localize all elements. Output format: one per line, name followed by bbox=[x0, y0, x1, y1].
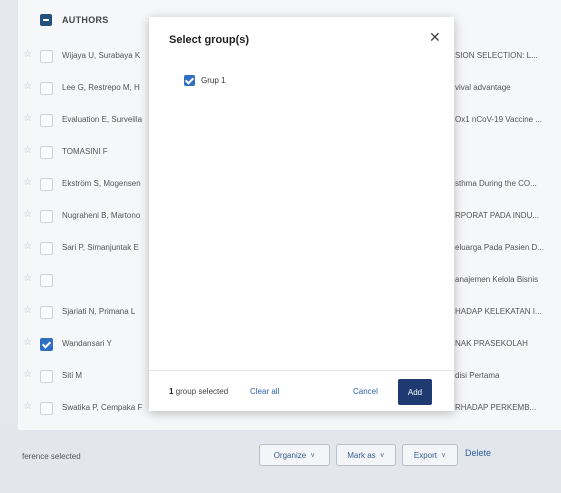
row-title[interactable]: anajemen Kelola Bisnis bbox=[455, 275, 557, 284]
delete-button[interactable]: Delete bbox=[465, 448, 491, 458]
groups-selected-count: 1 group selected bbox=[169, 387, 228, 396]
add-button[interactable]: Add bbox=[398, 379, 432, 405]
star-icon[interactable]: ☆ bbox=[23, 49, 32, 60]
row-title[interactable]: RHADAP PERKEMB... bbox=[455, 403, 557, 412]
row-title[interactable]: NAK PRASEKOLAH bbox=[455, 339, 557, 348]
row-checkbox[interactable] bbox=[40, 82, 53, 95]
row-checkbox[interactable] bbox=[40, 306, 53, 319]
page-background: AUTHORS ☆ Wijaya U, Surabaya K SION SELECT… bbox=[0, 0, 561, 493]
row-checkbox[interactable] bbox=[40, 114, 53, 127]
star-icon[interactable]: ☆ bbox=[23, 369, 32, 380]
export-label: Export bbox=[413, 450, 437, 460]
groups-selected-suffix: group selected bbox=[173, 387, 229, 396]
row-checkbox[interactable] bbox=[40, 274, 53, 287]
star-icon[interactable]: ☆ bbox=[23, 113, 32, 124]
organize-label: Organize bbox=[273, 450, 307, 460]
chevron-down-icon: ∨ bbox=[379, 452, 385, 459]
row-title[interactable]: sthma During the CO... bbox=[455, 179, 557, 188]
group-checkbox[interactable] bbox=[184, 75, 195, 86]
star-icon[interactable]: ☆ bbox=[23, 401, 32, 412]
clear-all-link[interactable]: Clear all bbox=[250, 387, 279, 396]
chevron-down-icon: ∨ bbox=[310, 452, 316, 459]
authors-column-header[interactable]: AUTHORS bbox=[62, 15, 109, 25]
row-title[interactable]: disi Pertama bbox=[455, 371, 557, 380]
group-option-grup-1[interactable]: Grup 1 bbox=[184, 75, 225, 86]
modal-title: Select group(s) bbox=[169, 34, 250, 46]
mark-as-label: Mark as bbox=[347, 450, 376, 460]
row-title[interactable]: HADAP KELEKATAN I... bbox=[455, 307, 557, 316]
organize-button[interactable]: Organize ∨ bbox=[259, 444, 330, 466]
row-checkbox[interactable] bbox=[40, 402, 53, 415]
star-icon[interactable]: ☆ bbox=[23, 81, 32, 92]
row-title[interactable]: vival advantage bbox=[455, 83, 557, 92]
row-title[interactable]: eluarga Pada Pasien D... bbox=[455, 243, 557, 252]
cancel-button[interactable]: Cancel bbox=[353, 387, 378, 396]
selection-count-text: ference selected bbox=[22, 452, 81, 461]
star-icon[interactable]: ☆ bbox=[23, 337, 32, 348]
star-icon[interactable]: ☆ bbox=[23, 145, 32, 156]
left-sidebar-strip bbox=[0, 0, 18, 493]
row-title[interactable]: RPORAT PADA INDU... bbox=[455, 211, 557, 220]
star-icon[interactable]: ☆ bbox=[23, 209, 32, 220]
mark-as-button[interactable]: Mark as ∨ bbox=[336, 444, 396, 466]
group-label: Grup 1 bbox=[201, 76, 226, 85]
row-checkbox[interactable] bbox=[40, 210, 53, 223]
export-button[interactable]: Export ∨ bbox=[402, 444, 458, 466]
star-icon[interactable]: ☆ bbox=[23, 177, 32, 188]
row-checkbox[interactable] bbox=[40, 146, 53, 159]
chevron-down-icon: ∨ bbox=[441, 452, 447, 459]
star-icon[interactable]: ☆ bbox=[23, 305, 32, 316]
row-title[interactable]: Ox1 nCoV-19 Vaccine ... bbox=[455, 115, 557, 124]
row-checkbox[interactable] bbox=[40, 338, 53, 351]
star-icon[interactable]: ☆ bbox=[23, 241, 32, 252]
select-all-checkbox[interactable] bbox=[40, 14, 52, 26]
modal-footer: 1 group selected Clear all Cancel Add bbox=[149, 370, 454, 412]
select-groups-modal: Select group(s) ✕ Grup 1 1 group selecte… bbox=[149, 17, 454, 411]
close-icon[interactable]: ✕ bbox=[429, 29, 441, 46]
row-checkbox[interactable] bbox=[40, 178, 53, 191]
bottom-action-bar: ference selected Organize ∨ Mark as ∨ Ex… bbox=[0, 430, 561, 493]
row-checkbox[interactable] bbox=[40, 370, 53, 383]
row-title[interactable]: SION SELECTION: L... bbox=[455, 51, 557, 60]
row-checkbox[interactable] bbox=[40, 242, 53, 255]
star-icon[interactable]: ☆ bbox=[23, 273, 32, 284]
row-checkbox[interactable] bbox=[40, 50, 53, 63]
